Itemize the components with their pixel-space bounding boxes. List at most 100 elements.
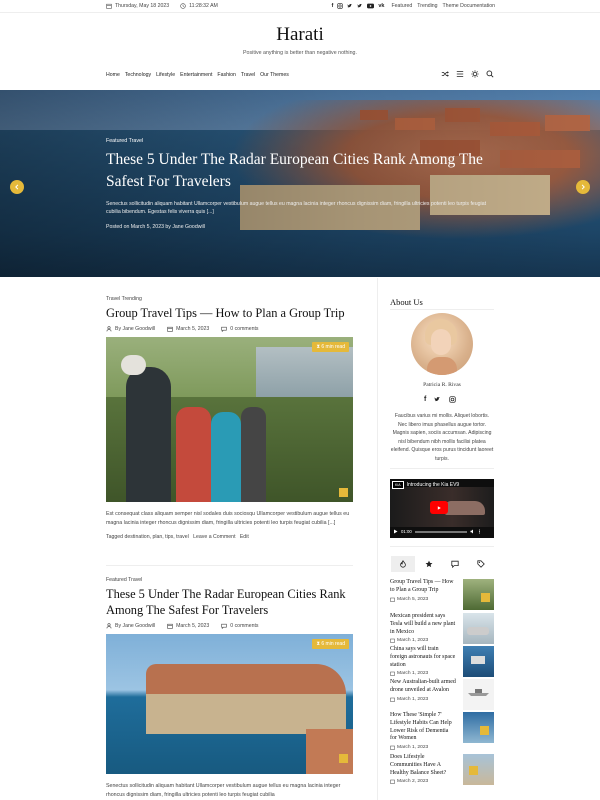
- image-hiker: [211, 412, 241, 502]
- article-image[interactable]: ⧗ 6 min read: [106, 337, 353, 502]
- image-hiker: [176, 407, 211, 502]
- nav-item-our-themes[interactable]: Our Themes: [260, 72, 289, 78]
- facebook-icon[interactable]: f: [332, 3, 334, 9]
- list-item[interactable]: China says will train foreign astronauts…: [390, 646, 494, 679]
- twitter-icon[interactable]: [434, 396, 441, 403]
- nav-item-entertainment[interactable]: Entertainment: [180, 72, 212, 78]
- edit-link[interactable]: Edit: [240, 534, 249, 540]
- article-author[interactable]: By Jane Goodwill: [115, 326, 155, 332]
- list-item[interactable]: New Australian-built armed drone unveile…: [390, 679, 494, 712]
- facebook-icon[interactable]: f: [424, 396, 426, 403]
- tab-popular[interactable]: [391, 556, 415, 572]
- comment-icon: [221, 326, 227, 332]
- current-time: 11:28:32 AM: [189, 3, 218, 9]
- topbar-link-featured[interactable]: Featured: [391, 3, 412, 9]
- instagram-icon[interactable]: [337, 3, 344, 9]
- nav-item-fashion[interactable]: Fashion: [217, 72, 235, 78]
- post-thumbnail[interactable]: [463, 754, 494, 785]
- post-thumbnail[interactable]: [463, 613, 494, 644]
- read-time: 6 min read: [321, 344, 345, 350]
- list-item[interactable]: Group Travel Tips — How to Plan a Group …: [390, 579, 494, 613]
- article-category[interactable]: Travel Trending: [106, 296, 353, 302]
- vk-icon[interactable]: vk: [378, 3, 384, 9]
- image-hiker: [121, 355, 146, 375]
- article-comments[interactable]: 0 comments: [230, 326, 258, 332]
- nav-item-home[interactable]: Home: [106, 72, 120, 78]
- sun-icon[interactable]: [471, 70, 479, 78]
- post-title[interactable]: China says will train foreign astronauts…: [390, 646, 456, 669]
- calendar-icon: [390, 697, 395, 702]
- site-branding: Harati Positive anything is better than …: [0, 24, 600, 56]
- post-title[interactable]: New Australian-built armed drone unveile…: [390, 679, 456, 695]
- leave-comment-link[interactable]: Leave a Comment: [193, 534, 235, 540]
- article-date[interactable]: March 5, 2023: [176, 623, 209, 629]
- list-item[interactable]: Does Lifestyle Communities Have A Health…: [390, 754, 494, 794]
- post-date-text: March 1, 2023: [397, 671, 429, 677]
- article-title[interactable]: These 5 Under The Radar European Cities …: [106, 586, 353, 618]
- play-icon[interactable]: [393, 529, 398, 534]
- tab-comments[interactable]: [443, 556, 467, 572]
- video-car: [445, 501, 485, 515]
- twitter-icon-2[interactable]: [357, 3, 363, 9]
- volume-icon[interactable]: [470, 529, 475, 534]
- post-title[interactable]: Does Lifestyle Communities Have A Health…: [390, 754, 456, 777]
- instagram-icon[interactable]: [449, 396, 456, 403]
- nav-item-lifestyle[interactable]: Lifestyle: [156, 72, 175, 78]
- article-date[interactable]: March 5, 2023: [176, 326, 209, 332]
- hero-title[interactable]: These 5 Under The Radar European Cities …: [106, 149, 486, 193]
- site-title[interactable]: Harati: [0, 24, 600, 46]
- hero-slider[interactable]: Featured Travel These 5 Under The Radar …: [0, 90, 600, 277]
- list-item[interactable]: How These 'Simple 7' Lifestyle Habits Ca…: [390, 712, 494, 754]
- tags-list[interactable]: destination, plan, tips, travel: [124, 534, 188, 540]
- about-us-title: About Us: [390, 297, 423, 307]
- avatar-face: [431, 329, 451, 355]
- video-player[interactable]: KIA Introducing the Kia EV9 01:00: [390, 479, 494, 538]
- calendar-icon: [390, 597, 395, 602]
- article-meta: By Jane Goodwill March 5, 2023 0 comment…: [106, 326, 353, 332]
- video-title[interactable]: Introducing the Kia EV9: [407, 482, 460, 488]
- post-date: March 1, 2023: [390, 745, 494, 750]
- post-title[interactable]: How These 'Simple 7' Lifestyle Habits Ca…: [390, 712, 456, 743]
- video-channel-logo: KIA: [392, 481, 404, 489]
- article-comments[interactable]: 0 comments: [230, 623, 258, 629]
- post-thumbnail[interactable]: [463, 646, 494, 677]
- read-time-badge: ⧗ 6 min read: [312, 342, 349, 352]
- nav-item-technology[interactable]: Technology: [125, 72, 151, 78]
- author-name: Patricia R. Rivas: [423, 382, 461, 388]
- image-corner-mark: [339, 488, 348, 497]
- article-title[interactable]: Group Travel Tips — How to Plan a Group …: [106, 305, 353, 321]
- search-icon[interactable]: [486, 70, 494, 78]
- slider-next-button[interactable]: [576, 180, 590, 194]
- list-item[interactable]: Mexican president says Tesla will build …: [390, 613, 494, 646]
- slider-prev-button[interactable]: [10, 180, 24, 194]
- tab-featured[interactable]: [417, 556, 441, 572]
- article-image[interactable]: ⧗ 6 min read: [106, 634, 353, 774]
- author-avatar[interactable]: [411, 313, 473, 375]
- calendar-icon: [106, 3, 112, 9]
- calendar-icon: [390, 745, 395, 750]
- video-progress-bar[interactable]: [414, 530, 467, 533]
- topbar-link-trending[interactable]: Trending: [417, 3, 437, 9]
- post-thumbnail[interactable]: [463, 679, 494, 710]
- top-bar: Thursday, May 18 2023 11:28:32 AM f vk F…: [0, 0, 600, 13]
- post-title[interactable]: Group Travel Tips — How to Plan a Group …: [390, 579, 456, 595]
- article-author[interactable]: By Jane Goodwill: [115, 623, 155, 629]
- menu-icon[interactable]: [456, 70, 464, 78]
- nav-item-travel[interactable]: Travel: [241, 72, 255, 78]
- more-icon[interactable]: [478, 529, 481, 534]
- post-thumbnail[interactable]: [463, 712, 494, 743]
- shuffle-icon[interactable]: [441, 70, 449, 78]
- hero-category[interactable]: Featured Travel: [106, 138, 506, 144]
- article-category[interactable]: Featured Travel: [106, 577, 353, 583]
- post-title[interactable]: Mexican president says Tesla will build …: [390, 613, 456, 636]
- twitter-icon[interactable]: [347, 3, 353, 9]
- youtube-play-button[interactable]: [430, 501, 448, 514]
- user-icon: [106, 326, 112, 332]
- calendar-icon: [167, 326, 173, 332]
- site-tagline: Positive anything is better than negativ…: [243, 50, 357, 56]
- tab-tags[interactable]: [469, 556, 493, 572]
- topbar-link-theme-documentation[interactable]: Theme Documentation: [443, 3, 495, 9]
- chevron-right-icon: [581, 184, 585, 190]
- post-thumbnail[interactable]: [463, 579, 494, 610]
- youtube-icon[interactable]: [367, 3, 375, 9]
